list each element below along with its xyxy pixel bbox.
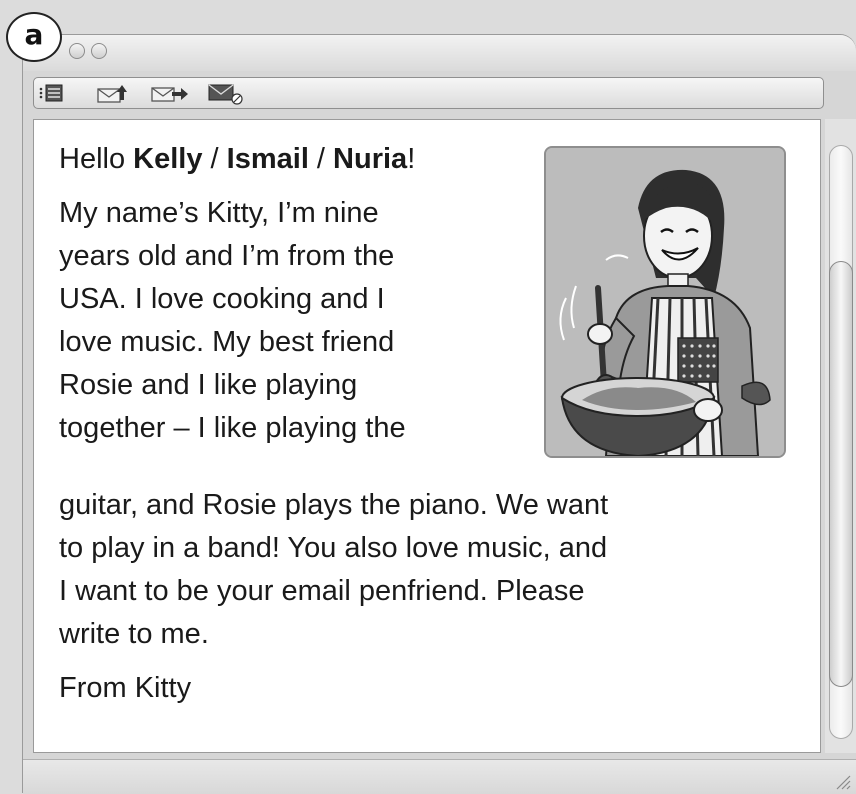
body-line: years old and I’m from the: [59, 240, 395, 272]
greeting-name-kelly: Kelly: [133, 143, 203, 175]
mail-button[interactable]: [206, 81, 246, 105]
greeting-separator: /: [308, 143, 334, 175]
list-button[interactable]: [38, 81, 66, 105]
email-text-bottom: guitar, and Rosie plays the piano. We wa…: [59, 484, 799, 721]
section-label-badge: a: [6, 12, 62, 62]
body-line: write to me.: [59, 618, 209, 650]
reply-button[interactable]: [96, 81, 134, 105]
greeting-separator: /: [202, 143, 227, 175]
body-line: USA. I love cooking and I: [59, 283, 385, 315]
greeting: Hello Kelly / Ismail / Nuria!: [59, 138, 529, 181]
window-close-button[interactable]: [69, 43, 85, 59]
vertical-scrollbar[interactable]: [825, 119, 856, 753]
email-window: Hello Kelly / Ismail / Nuria! My name’s …: [22, 34, 856, 794]
body-line: guitar, and Rosie plays the piano. We wa…: [59, 489, 609, 521]
greeting-name-ismail: Ismail: [226, 143, 309, 175]
body-line: together – I like playing the: [59, 412, 406, 444]
list-icon: [39, 84, 63, 102]
window-minimize-button[interactable]: [91, 43, 107, 59]
greeting-prefix: Hello: [59, 143, 134, 175]
body-paragraph-top: My name’s Kitty, I’m nine years old and …: [59, 192, 529, 450]
status-bar: [23, 759, 856, 794]
forward-button[interactable]: [150, 81, 190, 105]
forward-icon: [151, 87, 188, 102]
resize-grip-icon[interactable]: [833, 772, 851, 790]
body-line: I want to be your email penfriend. Pleas…: [59, 575, 585, 607]
email-text-top: Hello Kelly / Ismail / Nuria! My name’s …: [59, 138, 529, 461]
section-label: a: [24, 18, 44, 51]
scroll-thumb[interactable]: [829, 261, 853, 687]
body-line: love music. My best friend: [59, 326, 395, 358]
title-bar: [23, 35, 856, 71]
mail-icon: [208, 84, 243, 105]
girl-cooking-icon: [546, 148, 784, 456]
greeting-name-nuria: Nuria: [333, 143, 408, 175]
sign-off: From Kitty: [59, 672, 192, 704]
reply-icon: [97, 85, 127, 103]
body-paragraph-bottom: guitar, and Rosie plays the piano. We wa…: [59, 484, 799, 656]
mail-toolbar: [33, 77, 824, 109]
body-line: Rosie and I like playing: [59, 369, 358, 401]
greeting-suffix: !: [407, 143, 416, 175]
body-line: to play in a band! You also love music, …: [59, 532, 608, 564]
email-body-panel: Hello Kelly / Ismail / Nuria! My name’s …: [33, 119, 821, 753]
girl-cooking-illustration: [544, 146, 786, 458]
body-line: My name’s Kitty, I’m nine: [59, 197, 379, 229]
